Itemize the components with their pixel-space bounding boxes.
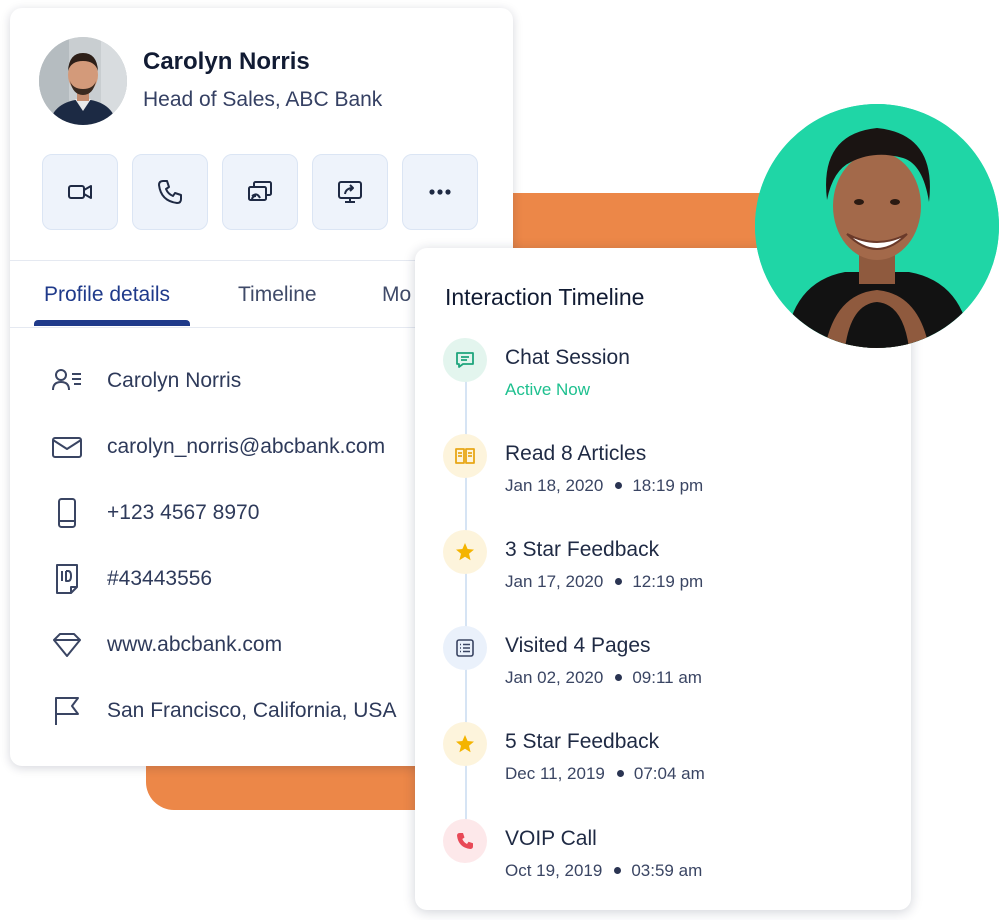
timeline-item-label: 3 Star Feedback xyxy=(505,538,660,561)
phone-icon xyxy=(443,819,487,863)
screen-share-icon xyxy=(338,181,362,203)
timeline-item-time: 09:11 am xyxy=(632,668,702,687)
cast-icon xyxy=(248,181,272,201)
timeline-item-label: Visited 4 Pages xyxy=(505,634,651,657)
separator-dot xyxy=(615,674,623,682)
active-tab-indicator xyxy=(34,320,190,326)
timeline-item-datetime: Oct 19, 2019 03:59 am xyxy=(505,861,702,881)
video-icon xyxy=(68,185,92,199)
list-icon xyxy=(443,626,487,670)
separator-dot xyxy=(615,578,623,586)
timeline-item-label: VOIP Call xyxy=(505,827,597,850)
detail-text: www.abcbank.com xyxy=(107,633,283,656)
detail-text: Carolyn Norris xyxy=(107,369,242,392)
timeline-item-date: Jan 02, 2020 xyxy=(505,668,604,687)
chat-icon xyxy=(443,338,487,382)
detail-text: +123 4567 8970 xyxy=(107,501,260,524)
book-icon xyxy=(443,434,487,478)
timeline-item-time: 18:19 pm xyxy=(632,476,704,495)
mail-icon xyxy=(50,430,86,466)
avatar xyxy=(39,37,127,125)
timeline-card: Interaction Timeline Chat Session Active… xyxy=(415,248,911,910)
id-icon xyxy=(50,562,86,598)
timeline-item-date: Jan 17, 2020 xyxy=(505,572,604,591)
separator-dot xyxy=(615,482,623,490)
timeline-item-feedback-5[interactable]: 5 Star Feedback Dec 11, 2019 07:04 am xyxy=(443,722,883,792)
more-options-button[interactable] xyxy=(402,154,478,230)
mobile-icon xyxy=(50,496,86,532)
tab-timeline[interactable]: Timeline xyxy=(238,283,317,307)
star-icon xyxy=(443,530,487,574)
more-icon xyxy=(429,189,451,195)
timeline-item-date: Oct 19, 2019 xyxy=(505,861,603,880)
timeline-item-label: Chat Session xyxy=(505,346,630,369)
contact-photo xyxy=(755,104,999,348)
timeline-item-date: Dec 11, 2019 xyxy=(505,764,605,783)
profile-role: Head of Sales, ABC Bank xyxy=(143,88,383,111)
timeline-item-articles[interactable]: Read 8 Articles Jan 18, 2020 18:19 pm xyxy=(443,434,883,504)
timeline-item-pages[interactable]: Visited 4 Pages Jan 02, 2020 09:11 am xyxy=(443,626,883,696)
timeline-item-time: 12:19 pm xyxy=(632,572,704,591)
timeline-item-label: 5 Star Feedback xyxy=(505,730,660,753)
action-bar xyxy=(42,154,478,230)
timeline-item-time: 03:59 am xyxy=(631,861,703,880)
screen-share-button[interactable] xyxy=(312,154,388,230)
tab-more[interactable]: Mo xyxy=(382,283,411,307)
timeline-item-datetime: Jan 17, 2020 12:19 pm xyxy=(505,572,703,592)
profile-name: Carolyn Norris xyxy=(143,48,310,75)
detail-text: carolyn_norris@abcbank.com xyxy=(107,435,386,458)
detail-text: #43443556 xyxy=(107,567,213,590)
phone-call-button[interactable] xyxy=(132,154,208,230)
timeline-item-chat[interactable]: Chat Session Active Now xyxy=(443,338,883,408)
contact-icon xyxy=(50,364,86,400)
timeline-item-datetime: Jan 02, 2020 09:11 am xyxy=(505,668,702,688)
timeline-item-time: 07:04 am xyxy=(633,764,705,783)
detail-text: San Francisco, California, USA xyxy=(107,699,397,722)
separator-dot xyxy=(616,770,624,778)
timeline-item-voip[interactable]: VOIP Call Oct 19, 2019 03:59 am xyxy=(443,819,883,889)
timeline-item-datetime: Jan 18, 2020 18:19 pm xyxy=(505,476,703,496)
timeline-item-datetime: Dec 11, 2019 07:04 am xyxy=(505,764,705,784)
star-icon xyxy=(443,722,487,766)
separator-dot xyxy=(614,867,622,875)
flag-icon xyxy=(50,694,86,730)
timeline-item-feedback-3[interactable]: 3 Star Feedback Jan 17, 2020 12:19 pm xyxy=(443,530,883,600)
tab-profile-details[interactable]: Profile details xyxy=(44,283,170,307)
diamond-icon xyxy=(50,628,86,664)
phone-icon xyxy=(158,180,182,204)
cast-button[interactable] xyxy=(222,154,298,230)
timeline-item-date: Jan 18, 2020 xyxy=(505,476,604,495)
timeline-item-status: Active Now xyxy=(505,380,591,399)
decorative-orange-block-top xyxy=(480,193,780,251)
video-call-button[interactable] xyxy=(42,154,118,230)
timeline-item-label: Read 8 Articles xyxy=(505,442,647,465)
timeline-title: Interaction Timeline xyxy=(445,284,645,310)
